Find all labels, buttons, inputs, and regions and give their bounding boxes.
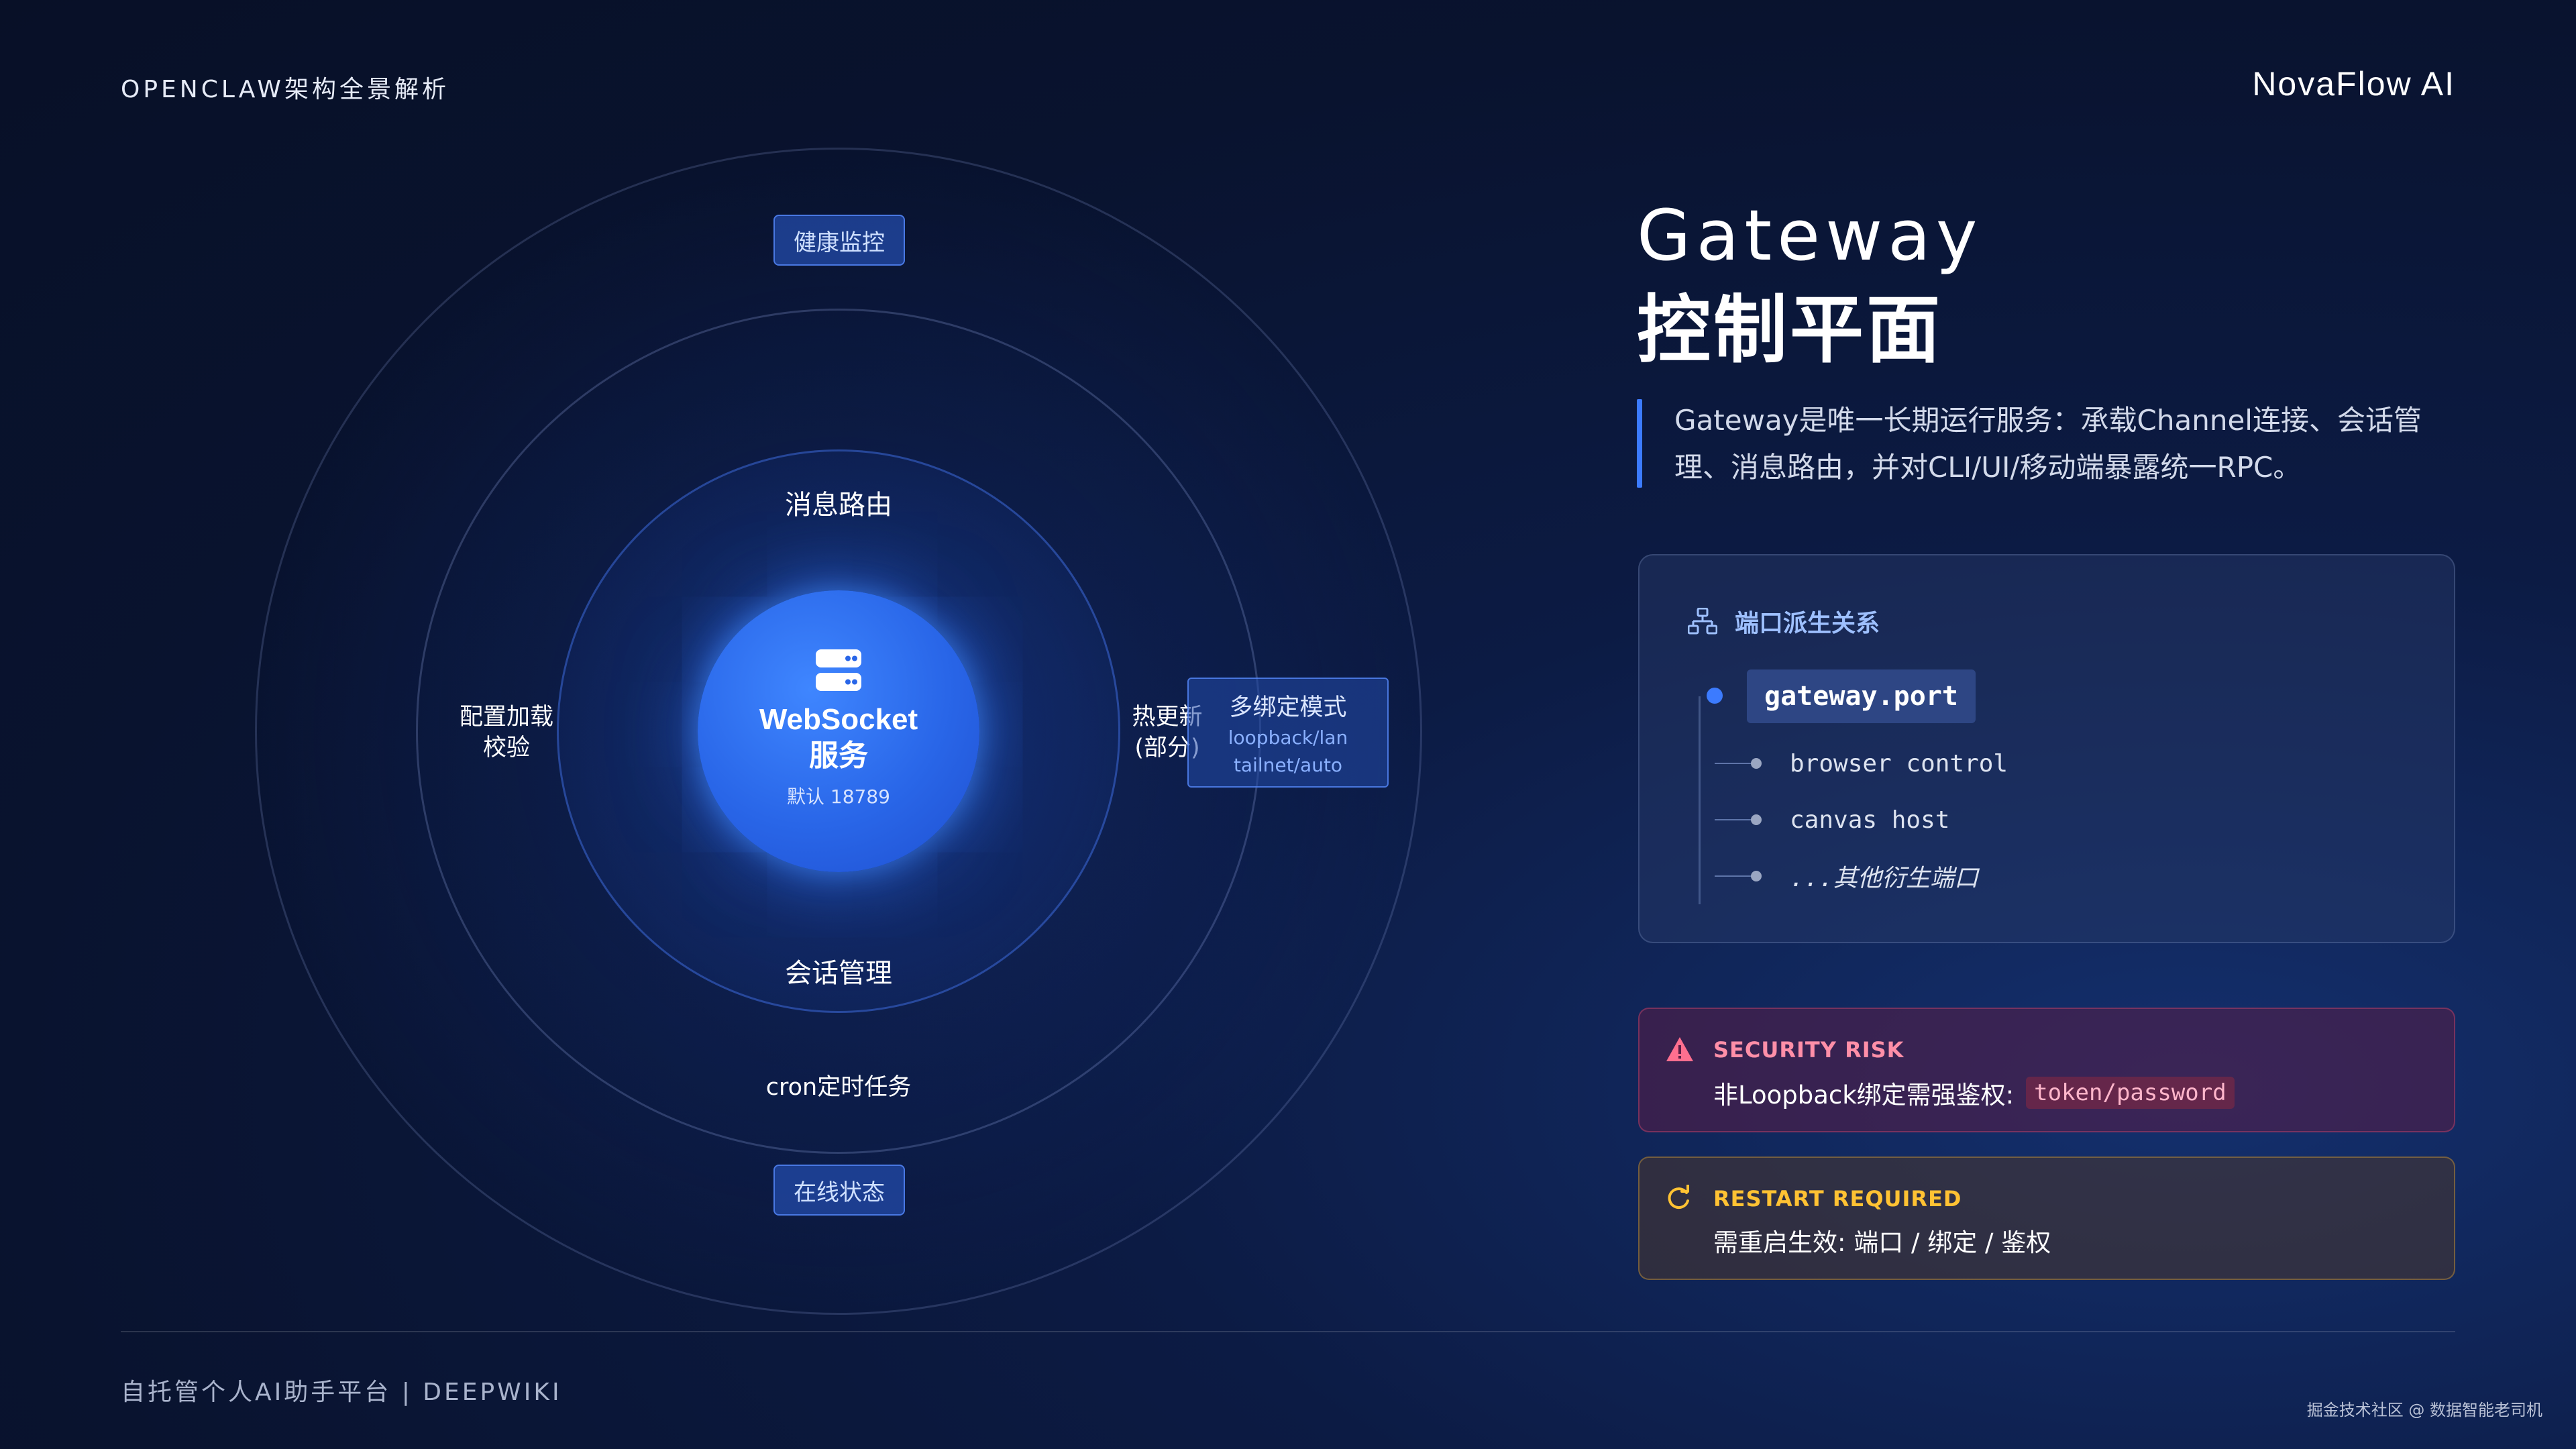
bind-mode-line1: loopback/lan	[1228, 727, 1348, 749]
bind-mode-title: 多绑定模式	[1229, 694, 1347, 721]
core-title-line1: WebSocket	[759, 703, 918, 736]
gateway-ring-diagram: WebSocket 服务 默认 18789 消息路由 会话管理 配置加载 校验 …	[255, 148, 1422, 1315]
footer-caption: 自托管个人AI助手平台 | DEEPWIKI	[121, 1379, 562, 1406]
derived-port-item: canvas host	[1715, 803, 1949, 837]
chip-health-monitoring: 健康监控	[773, 215, 905, 266]
label-session-management: 会话管理	[785, 958, 892, 989]
slide-series-title: OPENCLAW架构全景解析	[121, 76, 449, 103]
sitemap-icon	[1688, 608, 1717, 635]
footer-divider	[121, 1331, 2455, 1332]
derived-port-label: ...其他衍生端口	[1790, 865, 1979, 892]
label-config-loading: 配置加载 校验	[449, 702, 564, 763]
core-default-port: 默认 18789	[787, 786, 890, 808]
security-risk-alert: SECURITY RISK 非Loopback绑定需强鉴权: token/pas…	[1638, 1008, 2455, 1132]
derived-port-label: browser control	[1790, 749, 2008, 777]
description-accent-bar	[1637, 399, 1642, 488]
derived-port-label: canvas host	[1790, 806, 1950, 834]
title-english: Gateway	[1637, 195, 1983, 276]
multi-bind-mode-box: 多绑定模式 loopback/lan tailnet/auto	[1187, 678, 1389, 788]
restart-required-alert: RESTART REQUIRED 需重启生效: 端口 / 绑定 / 鉴权	[1638, 1157, 2455, 1280]
label-message-routing: 消息路由	[785, 490, 892, 521]
gateway-description: Gateway是唯一长期运行服务：承载Channel连接、会话管理、消息路由，并…	[1674, 404, 2422, 484]
security-risk-body: 非Loopback绑定需强鉴权: token/password	[1713, 1075, 2235, 1111]
port-card-header: 端口派生关系	[1688, 604, 1880, 639]
security-risk-heading: SECURITY RISK	[1713, 1037, 1904, 1063]
restart-required-heading: RESTART REQUIRED	[1713, 1186, 1962, 1212]
label-config-line2: 校验	[482, 735, 530, 761]
main-port-badge: gateway.port	[1747, 669, 1976, 723]
core-title-line2: 服务	[809, 739, 868, 772]
refresh-icon	[1668, 1185, 1689, 1210]
label-config-line1: 配置加载	[459, 704, 553, 731]
title-chinese: 控制平面	[1637, 287, 1943, 373]
footer-watermark: 掘金技术社区 @ 数据智能老司机	[2306, 1401, 2542, 1419]
label-cron-tasks: cron定时任务	[765, 1074, 912, 1101]
port-card-title: 端口派生关系	[1735, 610, 1880, 637]
websocket-core-node: WebSocket 服务 默认 18789	[698, 590, 979, 872]
brand-logo-text: NovaFlow AI	[2252, 65, 2455, 103]
port-tree-line	[1699, 696, 1701, 904]
chip-online-status: 在线状态	[773, 1165, 905, 1216]
warning-icon	[1666, 1037, 1693, 1061]
bind-mode-line2: tailnet/auto	[1233, 754, 1343, 776]
restart-required-body: 需重启生效: 端口 / 绑定 / 鉴权	[1713, 1228, 2051, 1257]
derived-port-item: browser control	[1715, 747, 2008, 780]
port-derivation-card: 端口派生关系 gateway.port browser control canv…	[1638, 554, 2455, 943]
security-risk-text: 非Loopback绑定需强鉴权:	[1713, 1081, 2015, 1110]
security-auth-code: token/password	[2026, 1077, 2235, 1109]
main-port-dot	[1707, 688, 1723, 704]
derived-port-item: ...其他衍生端口	[1715, 859, 1978, 893]
server-icon	[816, 649, 861, 691]
